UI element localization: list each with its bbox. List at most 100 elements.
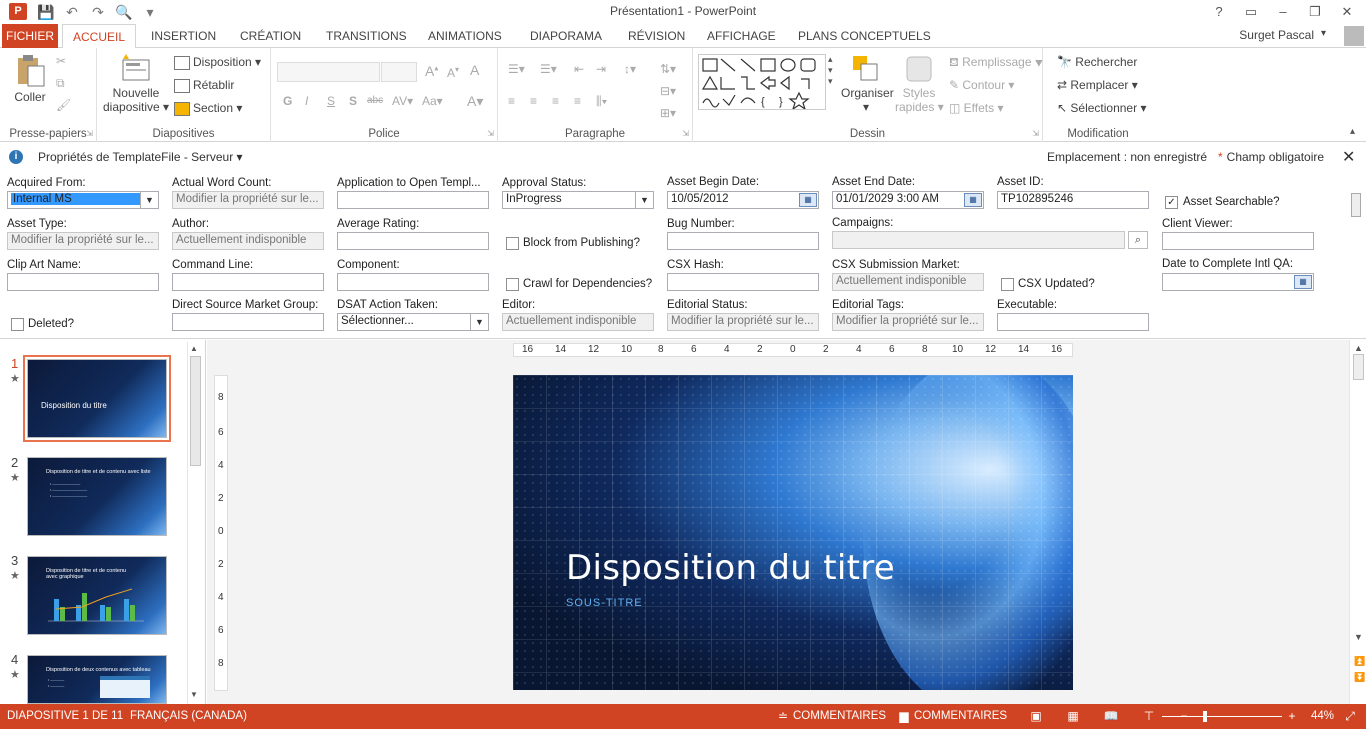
- strikethrough-button[interactable]: abc: [367, 95, 383, 106]
- shrink-font-icon[interactable]: A▾: [447, 65, 459, 80]
- executable-field[interactable]: [997, 313, 1149, 331]
- actual-word-count-field[interactable]: Modifier la propriété sur le...: [172, 191, 324, 209]
- crawl-deps-checkbox[interactable]: [506, 278, 519, 291]
- clip-art-name-field[interactable]: [7, 273, 159, 291]
- paste-button[interactable]: Coller: [12, 54, 48, 104]
- language-indicator[interactable]: FRANÇAIS (CANADA): [130, 710, 247, 722]
- previous-slide-icon[interactable]: ⏫: [1354, 656, 1365, 667]
- cut-icon[interactable]: ✂: [56, 54, 66, 68]
- columns-icon[interactable]: ⫼▾: [596, 94, 607, 109]
- chevron-down-icon[interactable]: ▼: [470, 314, 488, 330]
- tab-home[interactable]: ACCUEIL: [62, 24, 137, 49]
- restore-button[interactable]: ❐: [1302, 2, 1328, 22]
- csx-updated-checkbox[interactable]: [1001, 278, 1014, 291]
- dialog-launcher-icon[interactable]: ⇲: [682, 129, 689, 138]
- select-button[interactable]: ↖ Sélectionner ▾: [1057, 101, 1146, 115]
- reset-button[interactable]: Rétablir: [174, 78, 234, 93]
- scrollbar-thumb[interactable]: [190, 356, 201, 466]
- close-button[interactable]: ✕: [1334, 2, 1360, 22]
- shadow-button[interactable]: S: [349, 94, 357, 108]
- justify-icon[interactable]: ≡: [574, 94, 581, 108]
- new-slide-button[interactable]: Nouvelle diapositive ▾: [103, 54, 169, 114]
- next-slide-icon[interactable]: ⏬: [1354, 672, 1365, 683]
- editor-scrollbar[interactable]: ▲ ▼ ⏫ ⏬: [1349, 340, 1366, 704]
- editorial-status-field[interactable]: Modifier la propriété sur le...: [667, 313, 819, 331]
- italic-button[interactable]: I: [305, 94, 308, 108]
- asset-end-date-field[interactable]: 01/01/2029 3:00 AM ▦: [832, 191, 984, 209]
- decrease-indent-icon[interactable]: ⇤: [574, 62, 584, 76]
- arrange-button[interactable]: Organiser ▾: [841, 54, 894, 114]
- properties-scrollbar[interactable]: [1349, 187, 1363, 337]
- format-painter-icon[interactable]: 🖌: [56, 98, 71, 112]
- component-field[interactable]: [337, 273, 489, 291]
- dialog-launcher-icon[interactable]: ⇲: [86, 129, 93, 138]
- app-open-template-field[interactable]: [337, 191, 489, 209]
- tab-transitions[interactable]: TRANSITIONS: [316, 24, 417, 48]
- bullets-icon[interactable]: ☰▾: [508, 62, 525, 76]
- zoom-slider-knob[interactable]: [1203, 711, 1207, 722]
- author-field[interactable]: Actuellement indisponible: [172, 232, 324, 250]
- change-case-icon[interactable]: Aa▾: [422, 94, 443, 108]
- calendar-icon[interactable]: ▦: [1294, 275, 1312, 289]
- asset-searchable-checkbox[interactable]: ✓: [1165, 196, 1178, 209]
- current-slide-canvas[interactable]: Disposition du titre SOUS-TITRE: [513, 375, 1073, 690]
- scroll-up-icon[interactable]: ▲: [1354, 343, 1363, 353]
- slide-counter[interactable]: DIAPOSITIVE 1 DE 11: [7, 710, 123, 722]
- acquired-from-select[interactable]: Internal MS ▼: [7, 191, 159, 209]
- scroll-up-icon[interactable]: ▲: [190, 344, 198, 353]
- campaigns-field[interactable]: [832, 231, 1125, 249]
- shape-fill-button[interactable]: ⛾ Remplissage ▾: [949, 55, 1043, 71]
- section-button[interactable]: Section ▾: [174, 101, 242, 116]
- slide-title-placeholder[interactable]: Disposition du titre: [566, 548, 895, 588]
- avatar[interactable]: [1344, 26, 1364, 46]
- zoom-slider[interactable]: [1162, 716, 1282, 717]
- client-viewer-field[interactable]: [1162, 232, 1314, 250]
- calendar-icon[interactable]: ▦: [799, 193, 817, 207]
- numbering-icon[interactable]: ☰▾: [540, 62, 557, 76]
- line-spacing-icon[interactable]: ↕▾: [624, 62, 636, 76]
- tab-animations[interactable]: ANIMATIONS: [418, 24, 512, 48]
- comments-button[interactable]: COMMENTAIRES: [914, 710, 1007, 722]
- shape-outline-button[interactable]: ✎ Contour ▾: [949, 78, 1014, 92]
- user-name[interactable]: Surget Pascal: [1239, 28, 1314, 42]
- font-family-select[interactable]: [277, 62, 380, 82]
- calendar-icon[interactable]: ▦: [964, 193, 982, 207]
- scroll-down-icon[interactable]: ▼: [1354, 632, 1363, 642]
- editorial-tags-field[interactable]: Modifier la propriété sur le...: [832, 313, 984, 331]
- gallery-more-icon[interactable]: ▴ ▾ ▾: [828, 54, 833, 87]
- zoom-in-icon[interactable]: +: [1284, 709, 1300, 723]
- replace-button[interactable]: ⇄ Remplacer ▾: [1057, 78, 1138, 92]
- tab-insert[interactable]: INSERTION: [141, 24, 226, 48]
- collapse-ribbon-icon[interactable]: ▴: [1350, 126, 1355, 137]
- browse-campaigns-icon[interactable]: ⌕: [1128, 231, 1148, 249]
- dialog-launcher-icon[interactable]: ⇲: [487, 129, 494, 138]
- slide-thumbnail[interactable]: Disposition de deux contenus avec tablea…: [27, 655, 167, 704]
- bug-number-field[interactable]: [667, 232, 819, 250]
- grow-font-icon[interactable]: A▴: [425, 63, 438, 79]
- align-right-icon[interactable]: ≡: [552, 94, 559, 108]
- block-publishing-checkbox[interactable]: [506, 237, 519, 250]
- reading-view-icon[interactable]: 📖: [1103, 709, 1119, 723]
- slide-subtitle-placeholder[interactable]: SOUS-TITRE: [566, 597, 643, 609]
- fit-slide-icon[interactable]: ⤢: [1342, 709, 1358, 723]
- clear-format-icon[interactable]: A: [470, 62, 479, 78]
- find-button[interactable]: 🔭 Rechercher: [1057, 55, 1137, 69]
- asset-id-field[interactable]: TP102895246: [997, 191, 1149, 209]
- slide-thumbnail[interactable]: Disposition de titre et de contenu avec …: [27, 556, 167, 635]
- align-center-icon[interactable]: ≡: [530, 94, 537, 108]
- notes-button[interactable]: COMMENTAIRES: [793, 710, 886, 722]
- normal-view-icon[interactable]: ▣: [1028, 709, 1044, 723]
- scrollbar-thumb[interactable]: [1353, 354, 1364, 380]
- slideshow-icon[interactable]: ⊤: [1141, 709, 1157, 723]
- shape-effects-button[interactable]: ◫ Effets ▾: [949, 101, 1004, 115]
- help-button[interactable]: ?: [1206, 2, 1232, 22]
- scrollbar-thumb[interactable]: [1351, 193, 1361, 217]
- editor-field[interactable]: Actuellement indisponible: [502, 313, 654, 331]
- ribbon-display-button[interactable]: ▭: [1238, 2, 1264, 22]
- chevron-down-icon[interactable]: ▾: [1321, 28, 1326, 39]
- date-complete-field[interactable]: ▦: [1162, 273, 1314, 291]
- font-size-select[interactable]: [381, 62, 417, 82]
- deleted-checkbox[interactable]: [11, 318, 24, 331]
- thumbnail-scrollbar[interactable]: ▲ ▼: [187, 342, 203, 704]
- minimize-button[interactable]: –: [1270, 2, 1296, 22]
